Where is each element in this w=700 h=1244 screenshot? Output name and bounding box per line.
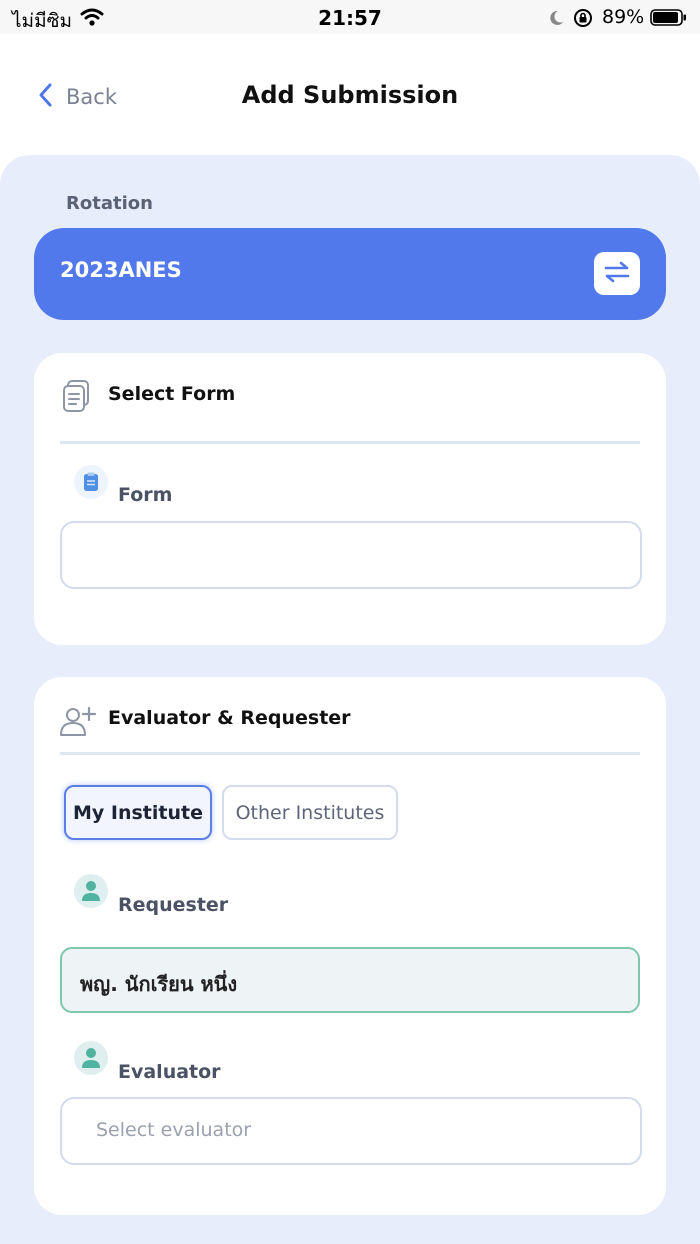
divider: [60, 441, 640, 444]
form-select-input[interactable]: [60, 521, 642, 589]
evaluator-requester-card: Evaluator & Requester My Institute Other…: [34, 677, 666, 1215]
rotation-value: 2023ANES: [60, 258, 182, 282]
swap-arrows-icon: [603, 261, 631, 287]
rotation-selector[interactable]: 2023ANES: [34, 228, 666, 320]
battery-icon: [650, 9, 687, 26]
add-user-icon: [60, 705, 98, 741]
rotation-lock-icon: [573, 8, 593, 32]
evaluator-placeholder: Select evaluator: [96, 1119, 252, 1141]
documents-icon: [60, 379, 92, 417]
moon-icon: [547, 9, 565, 31]
form-label: Form: [118, 484, 173, 506]
battery-percentage: 89%: [602, 6, 645, 28]
requester-value: พญ. นักเรียน หนึ่ง: [80, 972, 238, 996]
requester-field[interactable]: พญ. นักเรียน หนึ่ง: [60, 947, 640, 1013]
evaluator-select-input[interactable]: Select evaluator: [60, 1097, 642, 1165]
tab-my-institute[interactable]: My Institute: [64, 785, 212, 840]
select-form-title: Select Form: [108, 383, 236, 405]
switch-rotation-button[interactable]: [594, 252, 640, 295]
evaluator-label: Evaluator: [118, 1061, 221, 1083]
tab-other-institutes[interactable]: Other Institutes: [222, 785, 398, 840]
evaluator-requester-title: Evaluator & Requester: [108, 707, 351, 729]
requester-label: Requester: [118, 894, 229, 916]
divider: [60, 752, 640, 755]
person-icon: [74, 1041, 108, 1075]
page-title: Add Submission: [241, 81, 459, 109]
content-area: Rotation 2023ANES Select Form Form Evalu…: [0, 155, 700, 1244]
clipboard-icon: [74, 465, 108, 499]
navigation-bar: Back Add Submission: [0, 34, 700, 156]
status-bar: ไม่มีซิม 21:57 89%: [0, 0, 700, 34]
status-time: 21:57: [318, 6, 382, 30]
rotation-label: Rotation: [66, 193, 153, 214]
person-icon: [74, 874, 108, 908]
select-form-card: Select Form Form: [34, 353, 666, 645]
